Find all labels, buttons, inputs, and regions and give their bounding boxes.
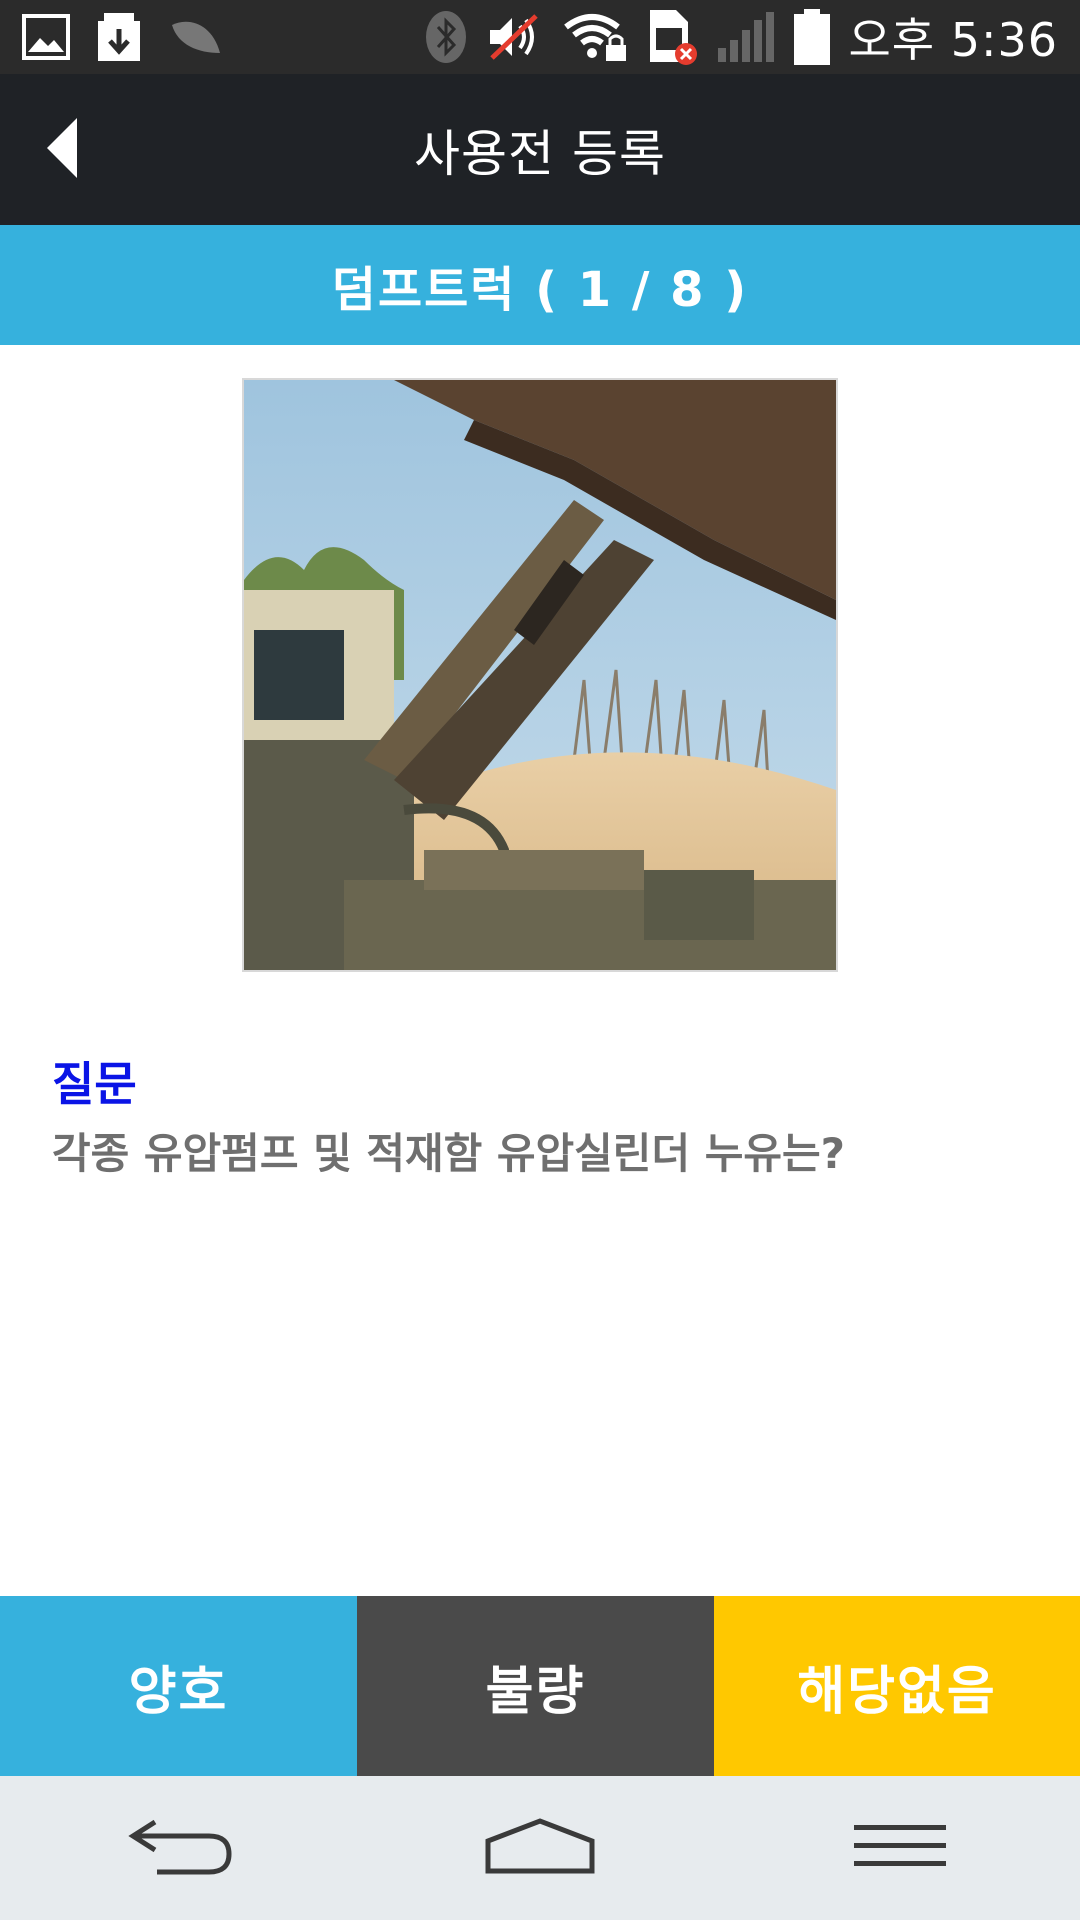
battery-icon [794, 9, 831, 65]
nav-menu-button[interactable] [800, 1793, 1000, 1903]
app-bar: 사용전 등록 [0, 74, 1080, 225]
section-header: 덤프트럭 ( 1 / 8 ) [0, 225, 1080, 345]
mute-icon [486, 12, 544, 62]
nav-home-button[interactable] [440, 1793, 640, 1903]
equipment-photo [242, 378, 838, 972]
home-icon [482, 1817, 598, 1879]
answer-buttons: 양호 불량 해당없음 [0, 1596, 1080, 1776]
download-icon [94, 11, 144, 63]
sim-error-icon [646, 8, 698, 66]
system-nav-bar [0, 1776, 1080, 1920]
bluetooth-icon [424, 9, 468, 65]
menu-icon [852, 1821, 948, 1875]
not-applicable-button[interactable]: 해당없음 [714, 1596, 1080, 1776]
signal-icon [716, 10, 776, 64]
gallery-icon [22, 14, 70, 60]
nav-back-button[interactable] [80, 1793, 280, 1903]
back-arrow-icon [45, 116, 81, 184]
bad-button[interactable]: 불량 [357, 1596, 714, 1776]
wifi-lock-icon [562, 11, 628, 63]
question-label: 질문 [52, 1057, 137, 1111]
back-button[interactable] [18, 74, 108, 225]
good-button[interactable]: 양호 [0, 1596, 357, 1776]
question-text: 각종 유압펌프 및 적재함 유압실린더 누유는? [52, 1129, 845, 1178]
leaf-icon [168, 17, 224, 57]
page-title: 사용전 등록 [414, 124, 666, 183]
status-time: 오후 5:36 [848, 13, 1058, 67]
section-title: 덤프트럭 ( 1 / 8 ) [331, 262, 749, 318]
status-bar: 오후 5:36 [0, 0, 1080, 74]
back-icon [125, 1816, 235, 1880]
